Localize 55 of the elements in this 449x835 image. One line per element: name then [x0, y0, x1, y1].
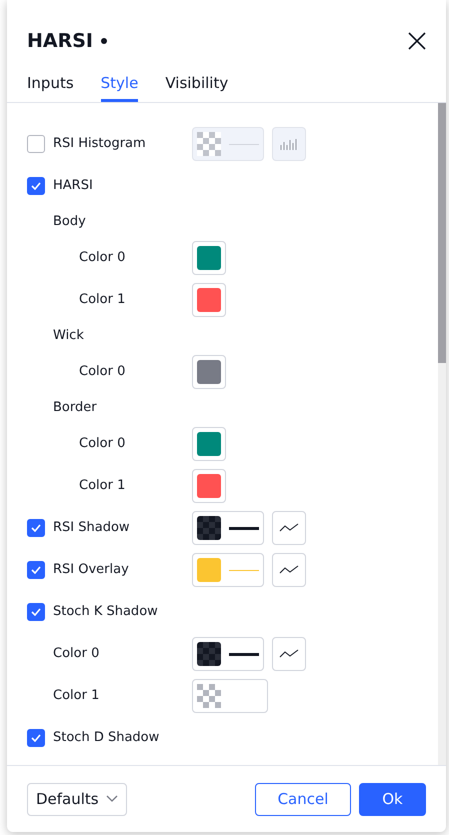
defaults-dropdown[interactable]: Defaults	[27, 782, 127, 816]
checkbox[interactable]	[27, 519, 45, 537]
checkbox-label: RSI Shadow	[53, 519, 130, 538]
line-chart-icon	[279, 565, 299, 575]
plot-style-button[interactable]	[272, 637, 306, 671]
group-label: Wick	[53, 327, 84, 346]
histogram-icon	[280, 137, 298, 151]
color-label: Color 0	[79, 435, 126, 454]
color-label: Color 1	[79, 477, 126, 496]
checkbox[interactable]	[27, 729, 45, 747]
color-picker[interactable]	[192, 469, 226, 503]
scroll-thumb[interactable]	[438, 103, 446, 363]
scrollbar[interactable]	[438, 103, 446, 765]
color-picker[interactable]	[192, 511, 264, 545]
checkbox-label: RSI Histogram	[53, 135, 146, 154]
checkmark-icon	[31, 608, 41, 616]
group-label: Border	[53, 399, 97, 418]
color-label: Color 0	[79, 249, 126, 268]
tab[interactable]: Inputs	[27, 60, 74, 102]
checkmark-icon	[31, 566, 41, 574]
checkbox-label: Stoch K Shadow	[53, 603, 158, 622]
checkbox-label: HARSI	[53, 177, 93, 196]
checkmark-icon	[31, 182, 41, 190]
plot-style-button[interactable]	[272, 553, 306, 587]
color-picker[interactable]	[192, 355, 226, 389]
color-picker[interactable]	[192, 553, 264, 587]
color-label: Color 0	[79, 363, 126, 382]
color-label: Color 1	[53, 687, 100, 706]
color-picker[interactable]	[192, 427, 226, 461]
plot-style-button[interactable]	[272, 511, 306, 545]
cancel-button[interactable]: Cancel	[255, 782, 351, 816]
plot-style-button[interactable]	[272, 127, 306, 161]
color-picker[interactable]	[192, 241, 226, 275]
checkbox[interactable]	[27, 177, 45, 195]
tab[interactable]: Style	[100, 60, 138, 102]
color-picker[interactable]	[192, 283, 226, 317]
line-chart-icon	[279, 649, 299, 659]
tab[interactable]: Visibility	[165, 60, 228, 102]
color-picker[interactable]	[192, 637, 264, 671]
color-label: Color 0	[53, 645, 100, 664]
ok-button[interactable]: Ok	[359, 782, 426, 816]
checkbox-label: RSI Overlay	[53, 561, 129, 580]
checkbox[interactable]	[27, 603, 45, 621]
chevron-down-icon	[106, 795, 118, 803]
color-picker[interactable]	[192, 127, 264, 161]
checkbox[interactable]	[27, 561, 45, 579]
color-label: Color 1	[79, 291, 126, 310]
checkmark-icon	[31, 734, 41, 742]
dialog-title: HARSI	[27, 28, 93, 54]
checkbox-label: Stoch D Shadow	[53, 729, 160, 748]
line-chart-icon	[279, 523, 299, 533]
close-icon[interactable]	[408, 32, 426, 50]
color-picker[interactable]	[192, 679, 268, 713]
group-label: Body	[53, 213, 86, 232]
checkmark-icon	[31, 524, 41, 532]
